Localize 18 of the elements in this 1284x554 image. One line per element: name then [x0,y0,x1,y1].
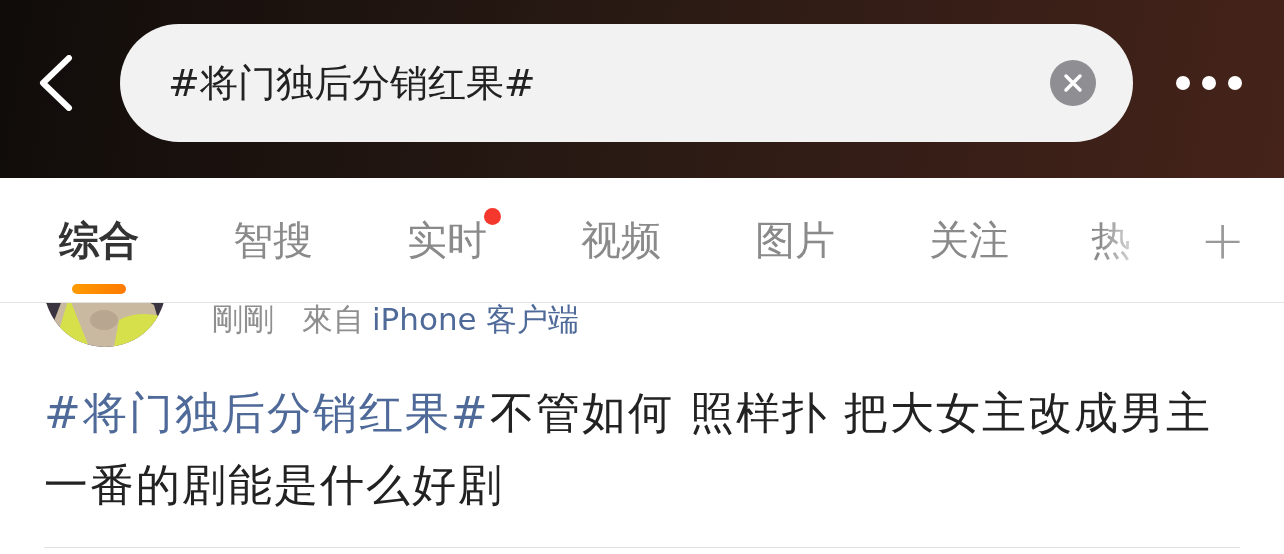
add-tab-button[interactable]: + [1200,208,1246,272]
post-text: #将门独后分销红果#不管如何 照样扑 把大女主改成男主一番的剧能是什么好剧 [44,386,1213,512]
hashtag-link[interactable]: #将门独后分销红果# [44,387,490,438]
tab[interactable]: 综合 [12,178,186,302]
search-field[interactable]: #将门独后分销红果# [168,61,1050,105]
search-bar[interactable]: #将门独后分销红果# [120,24,1133,142]
clear-icon[interactable] [1050,60,1096,106]
tab[interactable]: 关注 [882,178,1056,302]
active-tab-indicator [72,284,126,294]
tab[interactable]: 智搜 [186,178,360,302]
back-icon[interactable] [37,55,73,111]
tab[interactable]: 视频 [534,178,708,302]
more-icon[interactable] [1176,75,1242,91]
post-time: 剛剛 [212,303,274,339]
tab[interactable]: 图片 [708,178,882,302]
tab[interactable]: 实时 [360,178,534,302]
source-label: 來自 [302,303,364,339]
source-link[interactable]: iPhone 客户端 [372,303,580,341]
